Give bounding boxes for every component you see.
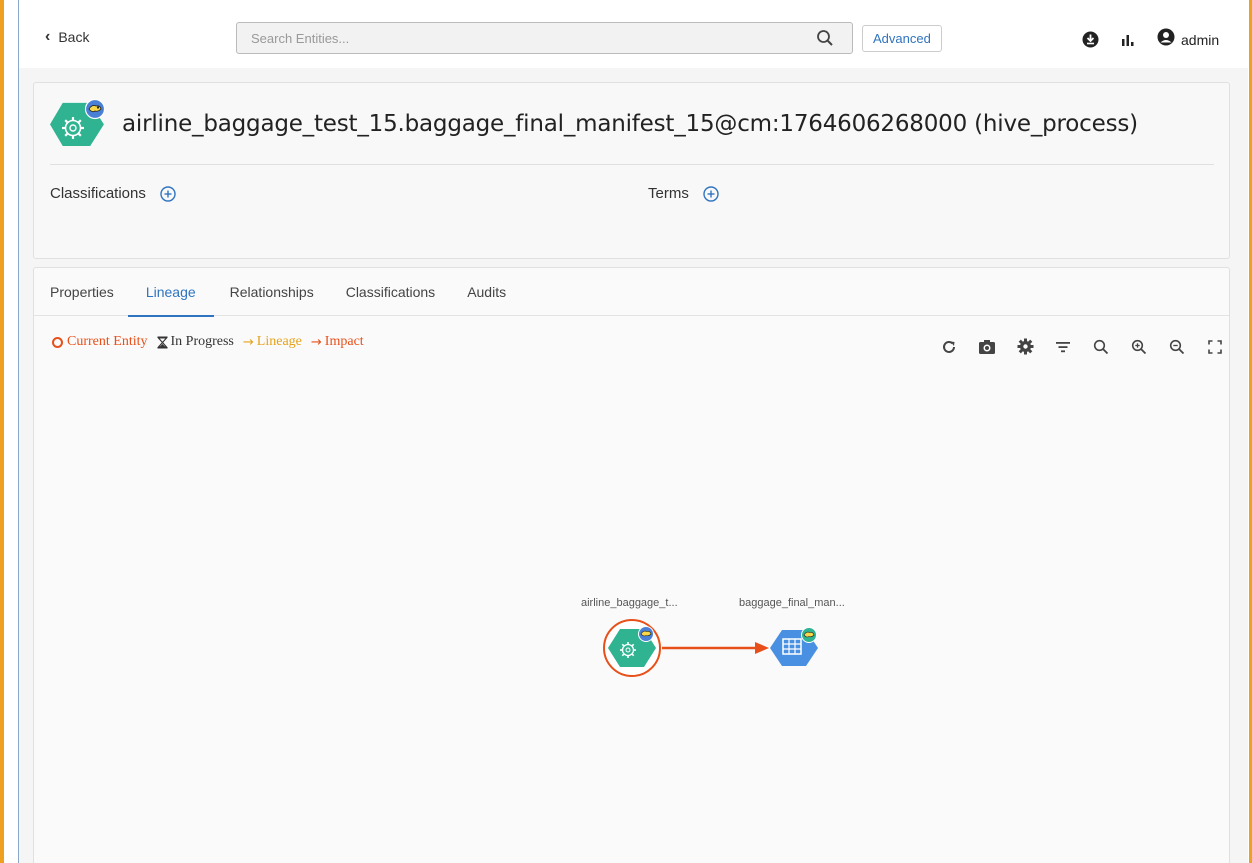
user-circle-icon — [1157, 28, 1175, 51]
terms-label: Terms — [648, 185, 689, 202]
user-name: admin — [1181, 31, 1220, 48]
add-classification-icon[interactable] — [160, 185, 176, 202]
classifications-label: Classifications — [50, 185, 146, 202]
back-label: Back — [58, 29, 90, 45]
top-bar: ‹ Back Advanced admin — [19, 0, 1248, 68]
tab-bar: Properties Lineage Relationships Classif… — [34, 268, 1229, 317]
arrow-right-icon: → — [242, 334, 254, 350]
user-menu[interactable]: admin — [1157, 28, 1219, 51]
detail-card: Properties Lineage Relationships Classif… — [33, 267, 1230, 863]
download-icon[interactable] — [1082, 31, 1099, 48]
stats-icon[interactable] — [1121, 33, 1135, 47]
legend-in-progress: In Progress — [156, 334, 234, 350]
lineage-node-table[interactable] — [770, 627, 818, 667]
legend-current-entity: Current Entity — [52, 334, 148, 350]
legend-impact: → Impact — [310, 334, 364, 350]
header-divider — [50, 164, 1214, 165]
lineage-node-process[interactable] — [603, 619, 661, 677]
node-label-process: airline_baggage_t... — [581, 597, 678, 609]
left-accent-bar — [0, 0, 4, 863]
lineage-graph — [603, 619, 818, 677]
entity-title: airline_baggage_test_15.baggage_final_ma… — [122, 111, 1138, 137]
tab-classifications[interactable]: Classifications — [346, 268, 435, 316]
legend-lineage: → Lineage — [242, 334, 302, 350]
ring-icon — [52, 336, 63, 348]
camera-icon[interactable] — [968, 339, 1006, 355]
arrow-right-icon: → — [310, 334, 322, 350]
settings-icon[interactable] — [1006, 338, 1044, 355]
fullscreen-icon[interactable] — [1196, 339, 1234, 354]
classifications-section: Classifications — [50, 185, 176, 202]
tab-audits[interactable]: Audits — [467, 268, 506, 316]
search-icon[interactable] — [1082, 339, 1120, 355]
filter-icon[interactable] — [1044, 340, 1082, 354]
advanced-search-button[interactable]: Advanced — [862, 25, 942, 52]
search-icon[interactable] — [816, 29, 834, 52]
node-label-table: baggage_final_man... — [739, 597, 845, 609]
terms-section: Terms — [648, 185, 719, 202]
refresh-icon[interactable] — [930, 339, 968, 355]
process-gear-icon — [49, 98, 107, 156]
tab-lineage[interactable]: Lineage — [127, 268, 214, 317]
add-term-icon[interactable] — [703, 185, 719, 202]
lineage-toolbar — [930, 338, 1234, 355]
tab-properties[interactable]: Properties — [50, 268, 114, 316]
search-input[interactable] — [251, 30, 811, 46]
back-button[interactable]: ‹ Back — [45, 28, 89, 46]
hourglass-icon — [156, 336, 168, 349]
zoom-in-icon[interactable] — [1120, 339, 1158, 355]
entity-header-card: airline_baggage_test_15.baggage_final_ma… — [33, 82, 1230, 259]
tab-relationships[interactable]: Relationships — [230, 268, 314, 316]
zoom-out-icon[interactable] — [1158, 339, 1196, 355]
lineage-edge[interactable] — [662, 642, 769, 654]
chevron-left-icon: ‹ — [45, 28, 51, 45]
search-box[interactable] — [236, 22, 853, 54]
lineage-legend: Current Entity In Progress → Lineage → I… — [52, 334, 373, 350]
